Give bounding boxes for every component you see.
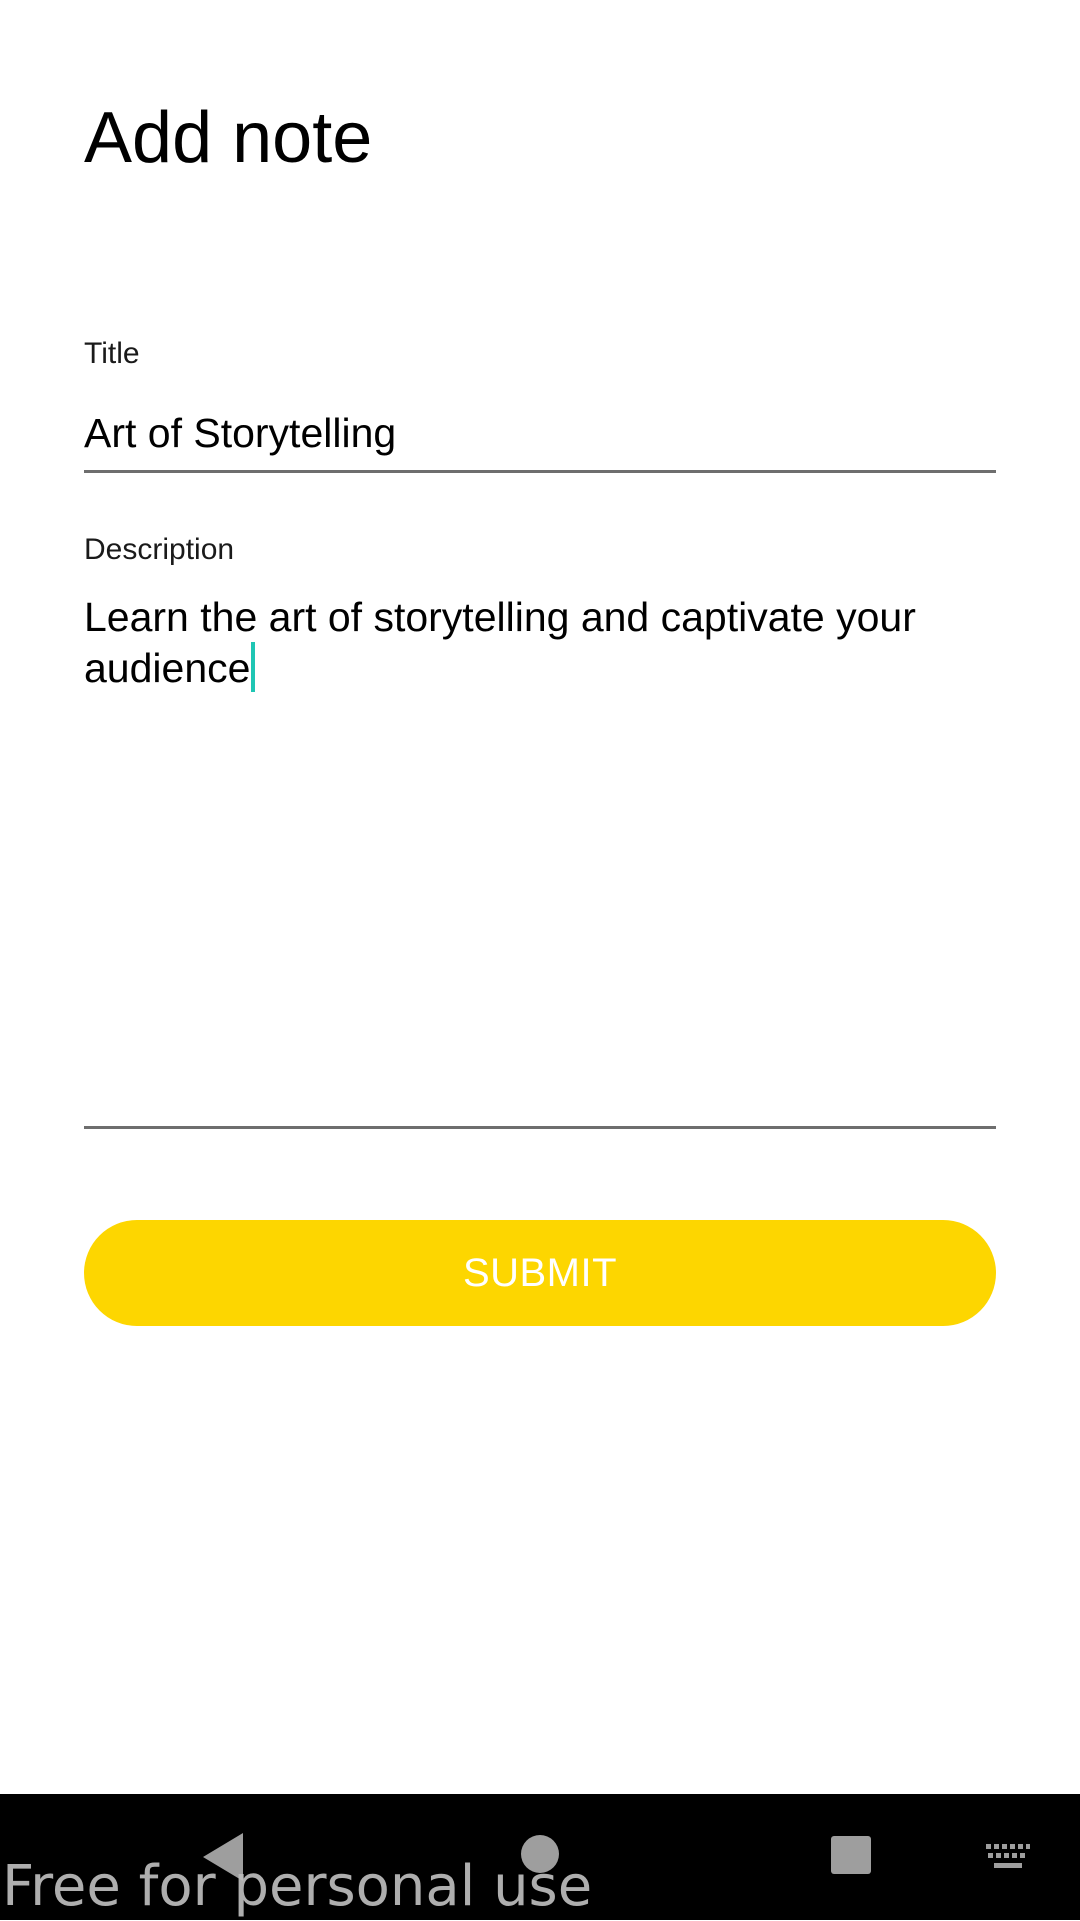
description-field-label: Description [84, 533, 235, 566]
description-input-text: Learn the art of storytelling and captiv… [84, 594, 916, 691]
submit-button[interactable]: SUBMIT [84, 1220, 996, 1326]
title-input-underline [84, 470, 996, 473]
page-title: Add note [84, 98, 373, 178]
keyboard-icon[interactable] [986, 1844, 1030, 1870]
title-field-label: Title [84, 337, 140, 370]
description-input[interactable]: Learn the art of storytelling and captiv… [84, 592, 996, 1112]
title-input[interactable]: Art of Storytelling [84, 408, 996, 458]
recents-icon[interactable] [831, 1836, 871, 1874]
description-input-underline [84, 1126, 996, 1129]
text-cursor [251, 642, 256, 692]
watermark-text: Free for personal use [2, 1854, 593, 1919]
